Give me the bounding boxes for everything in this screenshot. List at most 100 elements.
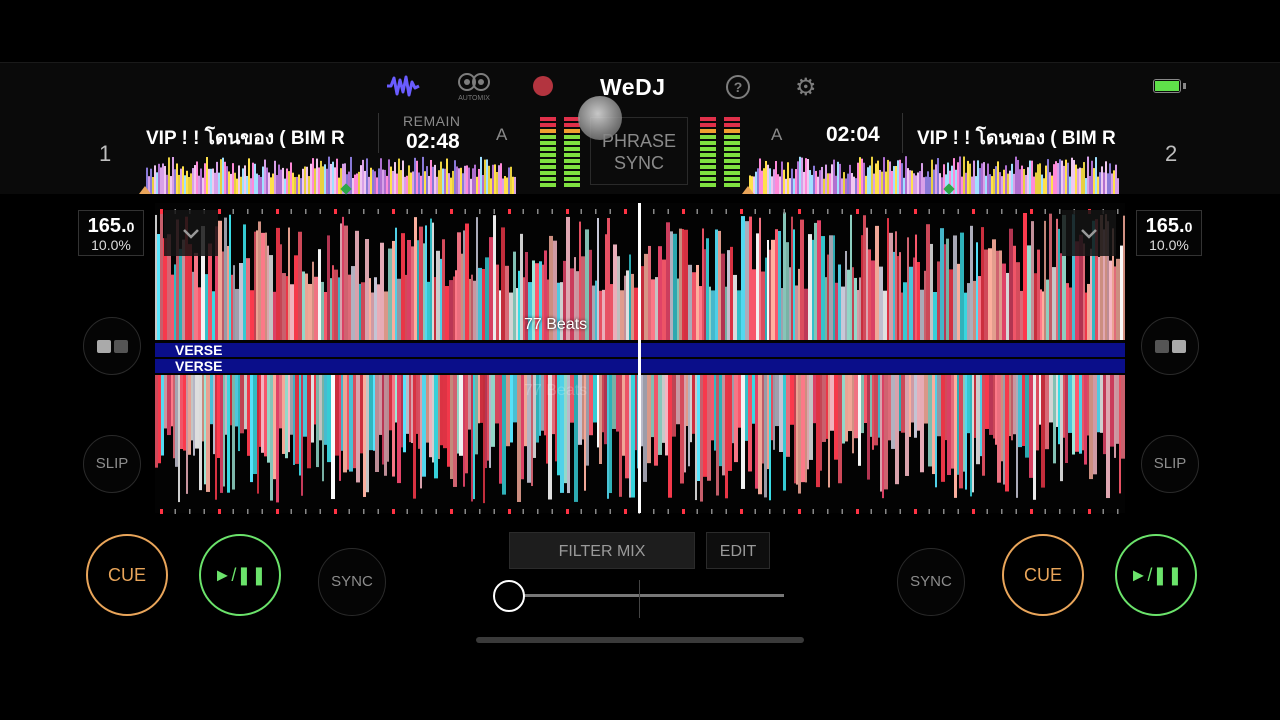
- deck-2-play-pause-button[interactable]: ►/❚❚: [1115, 534, 1197, 616]
- deck-2-cue-button[interactable]: CUE: [1002, 534, 1084, 616]
- overview-bar: [915, 175, 917, 194]
- waveform-bar: [360, 375, 363, 454]
- deck-1-collapse-button[interactable]: [164, 210, 218, 256]
- overview-bar: [170, 176, 172, 194]
- meter-segment: [700, 135, 716, 139]
- help-icon[interactable]: ?: [726, 75, 750, 99]
- deck-1-play-pause-button[interactable]: ►/❚❚: [199, 534, 281, 616]
- waveform-bar: [798, 268, 800, 340]
- overview-bar: [194, 165, 196, 194]
- waveform-bar: [984, 249, 988, 340]
- waveform-bar: [771, 239, 775, 340]
- deck-1-cue-button[interactable]: CUE: [86, 534, 168, 616]
- beat-tick: [624, 509, 627, 514]
- overview-bar: [308, 176, 310, 194]
- waveform-bar: [738, 375, 741, 428]
- waveform-bar: [668, 375, 672, 498]
- overview-bar: [1033, 176, 1035, 194]
- waveform-bar: [449, 280, 453, 340]
- waveform-bar: [828, 375, 830, 488]
- meter-segment: [540, 141, 556, 145]
- deck-2-overview-waveform[interactable]: [749, 156, 1119, 194]
- waveform-bar: [816, 375, 820, 488]
- overview-bar: [787, 162, 789, 194]
- deck-2-track-title[interactable]: VIP ! ! โดนของ ( BIM R: [917, 123, 1131, 153]
- waveform-bar: [453, 276, 455, 340]
- waveform-bar: [485, 375, 487, 469]
- overview-bar: [847, 173, 849, 194]
- waveform-bar: [933, 292, 937, 340]
- gear-icon[interactable]: ⚙: [795, 73, 817, 102]
- deck-1-slip-button[interactable]: SLIP: [83, 435, 141, 493]
- waveform-bar: [957, 375, 959, 475]
- waveform-bar: [829, 235, 833, 340]
- waveform-bar: [835, 282, 838, 340]
- beat-tick: [450, 509, 453, 514]
- waveform-bar: [690, 375, 692, 443]
- waveform-bar: [863, 215, 866, 340]
- filter-mix-button[interactable]: FILTER MIX: [509, 532, 695, 569]
- waveform-bar: [335, 375, 339, 456]
- waveform-bar: [330, 278, 332, 340]
- overview-bar: [1047, 159, 1049, 194]
- deck-2-number: 2: [1165, 141, 1178, 166]
- waveform-bar: [662, 375, 665, 443]
- beat-tick: [899, 209, 901, 214]
- deck-2-slip-button[interactable]: SLIP: [1141, 435, 1199, 493]
- overview-bar: [320, 160, 322, 194]
- waveform-bar: [1027, 245, 1031, 340]
- waveform-bar: [626, 270, 629, 340]
- overview-bar: [969, 163, 971, 194]
- crossfader-track[interactable]: [500, 594, 784, 597]
- overview-bar: [849, 164, 851, 194]
- deck-2-bpm-display[interactable]: 165.0 10.0%: [1136, 210, 1202, 256]
- overview-bar: [504, 176, 506, 194]
- waveform-bar: [899, 375, 901, 432]
- waveform-bar: [718, 230, 721, 340]
- beat-tick: [203, 509, 205, 514]
- waveform-bar: [303, 375, 307, 437]
- waveform-bar: [741, 375, 745, 489]
- waveform-bar: [982, 375, 985, 476]
- deck-1-sync-button[interactable]: SYNC: [318, 548, 386, 616]
- deck-1-time[interactable]: 02:48: [406, 130, 460, 154]
- overview-bar: [206, 157, 208, 194]
- overview-bar: [158, 163, 160, 194]
- meter-segment: [564, 135, 580, 139]
- waveform-bar: [496, 264, 499, 340]
- waveform-bar: [870, 375, 872, 437]
- overview-bar: [871, 156, 873, 194]
- waveform-bar: [809, 375, 813, 460]
- deck-1-bpm-dec: 0: [126, 219, 135, 235]
- beat-tick: [218, 209, 221, 214]
- waveform-bar: [756, 233, 759, 340]
- crossfader-knob[interactable]: [492, 580, 525, 612]
- deck-2-time[interactable]: 02:04: [826, 123, 880, 147]
- beat-tick: [885, 509, 887, 514]
- waveform-icon[interactable]: [386, 74, 420, 103]
- waveform-bar: [264, 375, 267, 457]
- waveform-bar: [1006, 272, 1009, 340]
- deck-2-sync-button[interactable]: SYNC: [897, 548, 965, 616]
- waveform-bar: [509, 292, 513, 340]
- deck-1-overview-waveform[interactable]: [146, 156, 516, 194]
- overview-bar: [777, 174, 779, 194]
- waveform-bar: [374, 277, 377, 340]
- deck-2-collapse-button[interactable]: [1062, 210, 1116, 256]
- deck-1-layout-button[interactable]: [83, 317, 141, 375]
- automix-button[interactable]: AUTOMIX: [456, 72, 492, 102]
- beat-tick: [435, 209, 437, 214]
- waveform-bar: [491, 375, 495, 447]
- meter-segment: [724, 135, 740, 139]
- waveform-bar: [765, 257, 767, 340]
- beat-tick: [348, 509, 350, 514]
- edit-button[interactable]: EDIT: [706, 532, 770, 569]
- meter-segment: [700, 129, 716, 133]
- deck-1-track-title[interactable]: VIP ! ! โดนของ ( BIM R: [146, 123, 360, 153]
- record-icon[interactable]: [533, 76, 553, 96]
- deck-2-layout-button[interactable]: [1141, 317, 1199, 375]
- overview-bar: [1113, 170, 1115, 194]
- deck-1-bpm-display[interactable]: 165.0 10.0%: [78, 210, 144, 256]
- waveform-bar: [930, 243, 933, 340]
- waveform-bar: [1079, 375, 1082, 454]
